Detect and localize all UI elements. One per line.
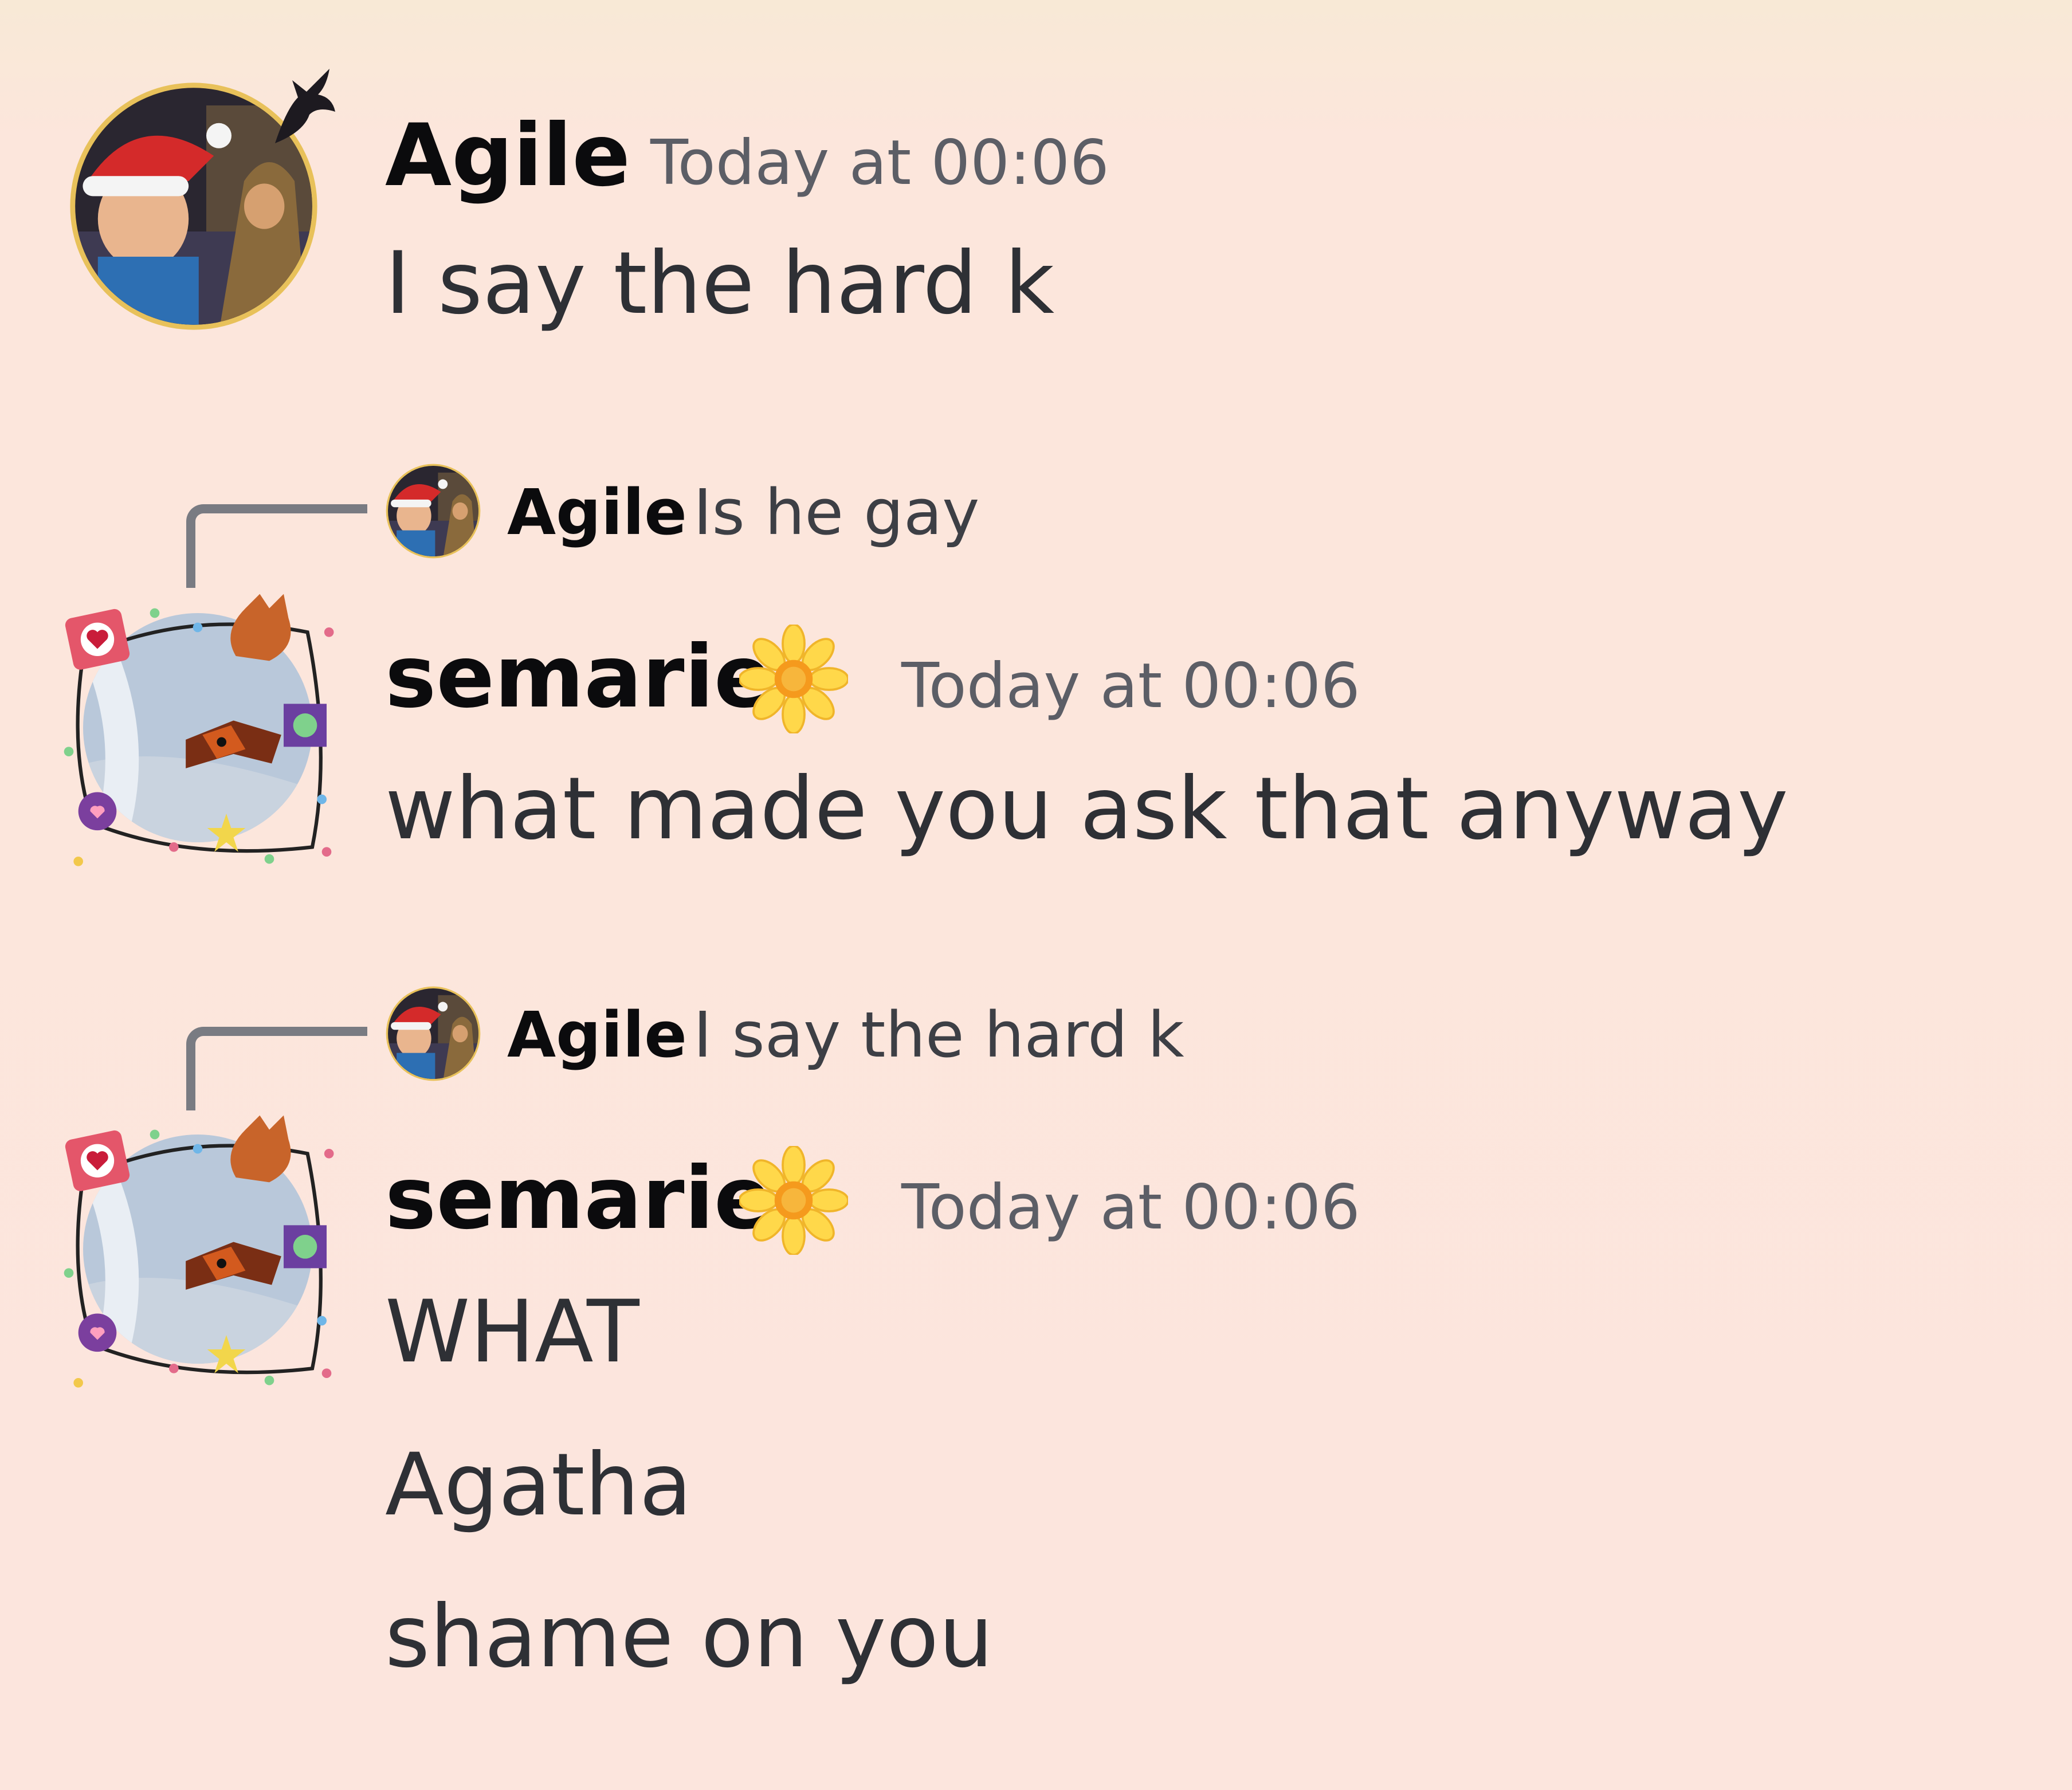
sunflower-badge-icon	[739, 1146, 848, 1255]
reply-author-avatar-image	[385, 986, 481, 1082]
reply-author-name[interactable]: Agile	[507, 998, 687, 1071]
message-text-line: shame on you	[385, 1587, 994, 1687]
reply-author-name[interactable]: Agile	[507, 476, 687, 549]
semarie-avatar[interactable]	[54, 1106, 341, 1392]
author-name[interactable]: semarie	[385, 627, 772, 727]
reply-connector	[186, 1027, 367, 1110]
message-text: I say the hard k	[385, 234, 1055, 333]
bat-decoration-icon	[275, 69, 335, 143]
reply-author-avatar[interactable]	[385, 986, 481, 1082]
message-timestamp[interactable]: Today at 00:06	[901, 1172, 1360, 1243]
semarie-avatar-image	[54, 1106, 341, 1392]
message-timestamp[interactable]: Today at 00:06	[901, 650, 1360, 722]
author-name[interactable]: Agile	[385, 106, 630, 206]
message-text: what made you ask that anyway	[385, 759, 1788, 859]
message-text-line: WHAT	[385, 1282, 639, 1382]
reply-author-avatar-image	[385, 463, 481, 559]
reply-preview-text[interactable]: Is he gay	[693, 476, 979, 549]
message-timestamp[interactable]: Today at 00:06	[650, 127, 1109, 199]
sunflower-badge-icon	[739, 625, 848, 733]
reply-preview-text[interactable]: I say the hard k	[693, 998, 1184, 1071]
message-text-line: Agatha	[385, 1435, 692, 1535]
reply-connector	[186, 504, 367, 588]
author-name[interactable]: semarie	[385, 1149, 772, 1249]
reply-author-avatar[interactable]	[385, 463, 481, 559]
semarie-avatar[interactable]	[54, 584, 341, 871]
semarie-avatar-image	[54, 584, 341, 871]
